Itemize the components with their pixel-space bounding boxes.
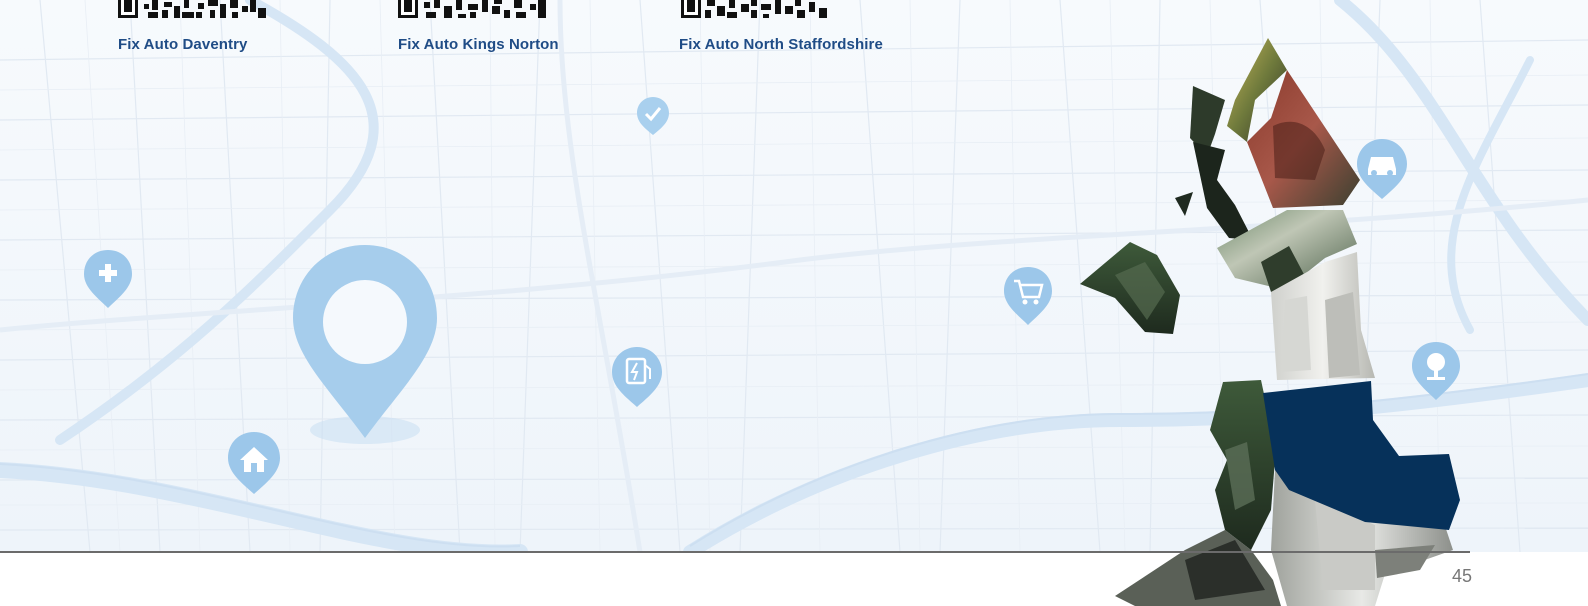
location-label-north-staffordshire[interactable]: Fix Auto North Staffordshire xyxy=(679,36,883,53)
location-pin-icon xyxy=(293,245,437,444)
home-pin-icon xyxy=(228,432,280,494)
qr-code-daventry[interactable] xyxy=(118,0,268,20)
check-pin-icon xyxy=(637,97,669,135)
brochure-page: Fix Auto Daventry Fix Auto Kings Norton … xyxy=(0,0,1588,606)
qr-code-north-staffordshire[interactable] xyxy=(681,0,831,20)
add-pin-icon xyxy=(84,250,132,308)
page-number: 45 xyxy=(1452,566,1473,586)
shopping-cart-pin-icon xyxy=(1004,267,1052,325)
fuel-charge-pin-icon xyxy=(612,347,662,407)
qr-code-kings-norton[interactable] xyxy=(398,0,548,20)
location-label-kings-norton[interactable]: Fix Auto Kings Norton xyxy=(398,36,559,53)
location-label-daventry[interactable]: Fix Auto Daventry xyxy=(118,36,248,53)
uk-map-illustration xyxy=(1080,38,1460,606)
footer-divider xyxy=(0,551,1470,553)
